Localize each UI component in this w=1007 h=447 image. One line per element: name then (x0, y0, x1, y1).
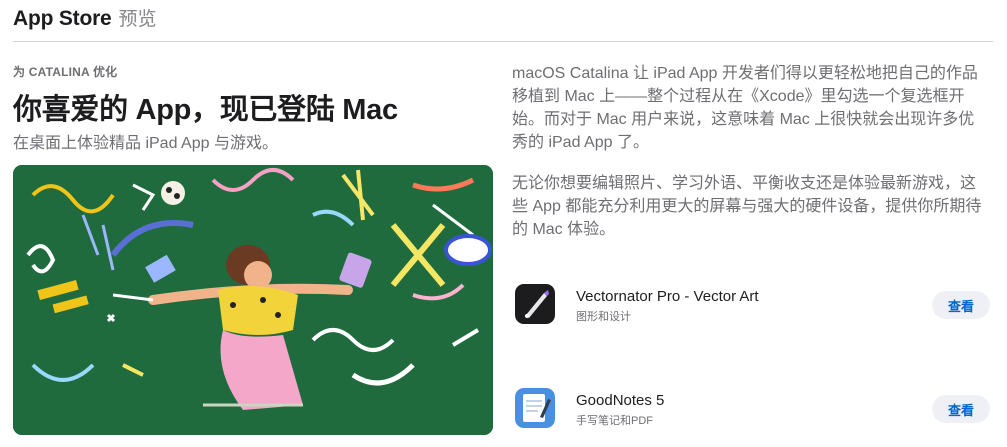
description-paragraph-2: 无论你想要编辑照片、学习外语、平衡收支还是体验最新游戏，这些 App 都能充分利… (512, 175, 982, 238)
vectornator-app-icon[interactable] (512, 281, 558, 327)
view-button[interactable]: 查看 (932, 291, 990, 319)
story-subheadline: 在桌面上体验精品 iPad App 与游戏。 (13, 135, 278, 152)
app-row-goodnotes[interactable]: GoodNotes 5 手写笔记和PDF 查看 (512, 382, 992, 442)
story-eyebrow: 为 CATALINA 优化 (13, 65, 118, 79)
store-header: App Store 预览 (13, 4, 157, 34)
view-button[interactable]: 查看 (932, 395, 990, 423)
goodnotes-app-icon[interactable] (512, 385, 558, 431)
header-divider (13, 41, 993, 42)
app-store-title[interactable]: App Store (13, 7, 112, 31)
description-paragraph-1: macOS Catalina 让 iPad App 开发者们得以更轻松地把自己的… (512, 65, 978, 151)
preview-label: 预览 (118, 9, 157, 30)
app-name[interactable]: Vectornator Pro - Vector Art (576, 288, 759, 305)
hero-illustration (13, 165, 493, 435)
app-name[interactable]: GoodNotes 5 (576, 392, 664, 409)
app-category: 手写笔记和PDF (576, 415, 653, 427)
story-headline: 你喜爱的 App，现已登陆 Mac (13, 94, 398, 126)
app-category: 图形和设计 (576, 311, 631, 323)
app-row-vectornator[interactable]: Vectornator Pro - Vector Art 图形和设计 查看 (512, 278, 992, 338)
